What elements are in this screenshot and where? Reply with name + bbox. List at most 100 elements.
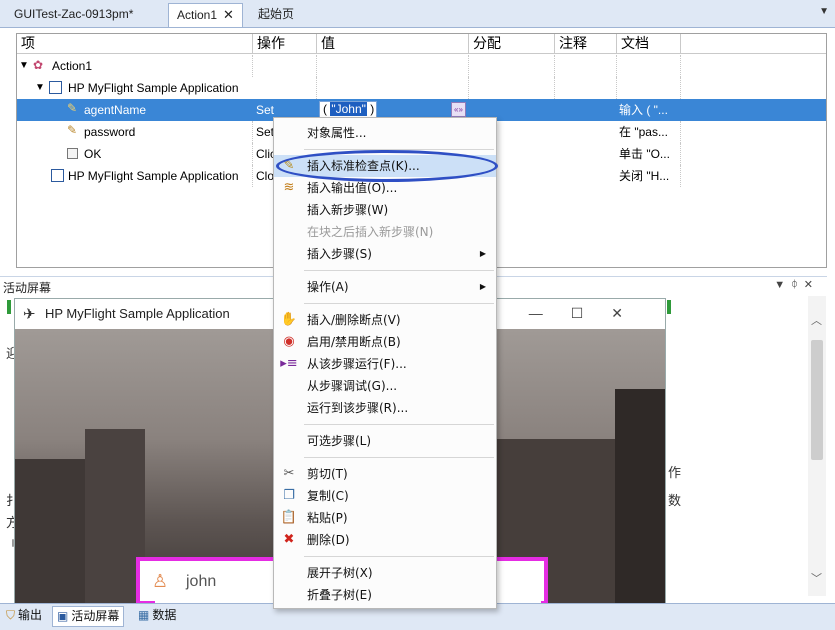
table-row[interactable]: ▼ ✿ Action1	[17, 55, 826, 77]
scissors-icon: ✂	[283, 466, 295, 481]
column-header-documentation[interactable]: 文档	[617, 34, 681, 54]
tab-data[interactable]: ▦ 数据	[134, 606, 180, 627]
chevron-down-icon[interactable]: ▼	[774, 279, 791, 291]
scroll-thumb[interactable]	[811, 340, 823, 460]
menu-item-run-to-step[interactable]: 运行到该步骤(R)...	[274, 397, 496, 419]
close-icon[interactable]: ✕	[223, 7, 234, 22]
app-title: HP MyFlight Sample Application	[45, 306, 230, 321]
collapse-icon[interactable]: ▼	[35, 77, 45, 99]
menu-item-label: 插入新步骤(W)	[307, 203, 389, 217]
hand-icon: ✋	[280, 312, 298, 327]
menu-item-label: 删除(D)	[307, 533, 350, 547]
airplane-icon: ✈	[23, 306, 36, 323]
green-marker	[7, 300, 11, 314]
menu-item-delete[interactable]: ✖ 删除(D)	[274, 529, 496, 551]
menu-item-optional-step[interactable]: 可选步骤(L)	[274, 430, 496, 452]
menu-item-expand-subtree[interactable]: 展开子树(X)	[274, 562, 496, 584]
background-text: 作	[668, 465, 682, 480]
background-text: 数	[668, 493, 682, 508]
menu-separator	[304, 556, 494, 557]
menu-item-label: 复制(C)	[307, 489, 349, 503]
column-header-comment[interactable]: 注释	[555, 34, 617, 54]
pin-icon[interactable]: ᛰ	[791, 279, 804, 291]
menu-item-label: 粘贴(P)	[307, 511, 348, 525]
menu-item-label: 可选步骤(L)	[307, 434, 372, 448]
menu-item-label: 插入输出值(O)...	[307, 181, 398, 195]
menu-separator	[304, 457, 494, 458]
menu-item-toggle-breakpoint[interactable]: ✋ 插入/删除断点(V)	[274, 309, 496, 331]
menu-item-enable-breakpoint[interactable]: ◉ 启用/禁用断点(B)	[274, 331, 496, 353]
tab-label: 活动屏幕	[71, 609, 120, 623]
menu-item-insert-new-step[interactable]: 插入新步骤(W)	[274, 199, 496, 221]
menu-separator	[304, 424, 494, 425]
column-header-assignment[interactable]: 分配	[469, 34, 555, 54]
column-header-item[interactable]: 项	[17, 34, 253, 54]
copy-icon: ❐	[283, 488, 295, 503]
window-buttons: —☐✕	[529, 305, 651, 322]
tab-label: 起始页	[258, 7, 295, 21]
menu-item-action[interactable]: 操作(A) ▶	[274, 276, 496, 298]
menu-item-label: 启用/禁用断点(B)	[307, 335, 401, 349]
tab-output[interactable]: ⛉ 输出	[2, 606, 46, 627]
documentation-cell: 输入 ( "...	[619, 103, 668, 117]
table-row[interactable]: ▼ HP MyFlight Sample Application	[17, 77, 826, 99]
context-menu: 对象属性... ✎ 插入标准检查点(K)... ≋ 插入输出值(O)... 插入新步…	[273, 117, 497, 609]
paste-icon: 📋	[280, 510, 298, 525]
tab-active-screen[interactable]: ▣ 活动屏幕	[52, 606, 125, 627]
submenu-arrow-icon: ▶	[479, 249, 486, 258]
submenu-arrow-icon: ▶	[479, 282, 486, 291]
green-marker	[667, 300, 671, 314]
menu-item-label: 从步骤调试(G)...	[307, 379, 398, 393]
menu-item-run-from-step[interactable]: ▸≡ 从该步骤运行(F)...	[274, 353, 496, 375]
user-icon: ♙	[152, 571, 169, 591]
value-selected-text: "John"	[330, 102, 367, 116]
menu-item-label: 操作(A)	[307, 280, 349, 294]
menu-item-object-properties[interactable]: 对象属性...	[274, 122, 496, 144]
operation-cell[interactable]: Set	[256, 99, 274, 121]
menu-item-label: 插入/删除断点(V)	[307, 313, 401, 327]
maximize-icon[interactable]: ☐	[571, 305, 612, 321]
column-header-operation[interactable]: 操作	[253, 34, 317, 54]
breakpoint-icon: ◉	[283, 334, 295, 349]
tree-item-label: HP MyFlight Sample Application	[68, 81, 239, 95]
output-icon: ⛉	[6, 608, 16, 622]
menu-item-debug-from-step[interactable]: 从步骤调试(G)...	[274, 375, 496, 397]
minimize-icon[interactable]: —	[529, 305, 571, 321]
tab-label: 数据	[152, 608, 177, 622]
highlight-annotation-circle	[276, 150, 498, 182]
close-icon[interactable]: ✕	[611, 305, 651, 321]
edit-field-icon: ✎	[67, 101, 78, 115]
menu-item-cut[interactable]: ✂ 剪切(T)	[274, 463, 496, 485]
parameter-button[interactable]: «»	[451, 102, 466, 117]
scroll-down-icon[interactable]: ﹀	[811, 570, 822, 586]
menu-item-collapse-subtree[interactable]: 折叠子树(E)	[274, 584, 496, 606]
table-icon: ▦	[138, 608, 150, 622]
panel-controls: ▼ᛰ✕	[774, 278, 819, 291]
tab-label: GUITest-Zac-0913pm*	[14, 7, 134, 21]
menu-item-label: 在块之后插入新步骤(N)	[307, 225, 434, 239]
close-icon[interactable]: ✕	[804, 279, 819, 291]
column-header-value[interactable]: 值	[317, 34, 469, 54]
tab-action1[interactable]: Action1 ✕	[168, 3, 243, 27]
active-screen-icon: ▣	[57, 609, 69, 623]
menu-item-label: 展开子树(X)	[307, 566, 373, 580]
scroll-up-icon[interactable]: ︿	[811, 312, 822, 328]
menu-separator	[304, 303, 494, 304]
tree-item-label: agentName	[84, 103, 147, 117]
output-value-icon: ≋	[283, 180, 295, 195]
menu-item-copy[interactable]: ❐ 复制(C)	[274, 485, 496, 507]
menu-item-paste[interactable]: 📋 粘贴(P)	[274, 507, 496, 529]
menu-item-label: 剪切(T)	[307, 467, 348, 481]
menu-item-insert-step[interactable]: 插入步骤(S) ▶	[274, 243, 496, 265]
menu-item-label: 从该步骤运行(F)...	[307, 357, 407, 371]
value-input[interactable]: ( "John" )	[319, 101, 377, 118]
tab-start-page[interactable]: 起始页	[250, 3, 302, 27]
menu-item-insert-step-after-block: 在块之后插入新步骤(N)	[274, 221, 496, 243]
building-shape	[615, 389, 665, 605]
document-tab-strip: GUITest-Zac-0913pm* Action1 ✕ 起始页 ▼	[0, 0, 835, 28]
chevron-down-icon[interactable]: ▼	[819, 6, 829, 17]
menu-item-label: 折叠子树(E)	[307, 588, 372, 602]
menu-item-label: 插入步骤(S)	[307, 247, 372, 261]
grid-header: 项 操作 值 分配 注释 文档	[17, 34, 826, 54]
tab-test[interactable]: GUITest-Zac-0913pm*	[6, 3, 141, 27]
